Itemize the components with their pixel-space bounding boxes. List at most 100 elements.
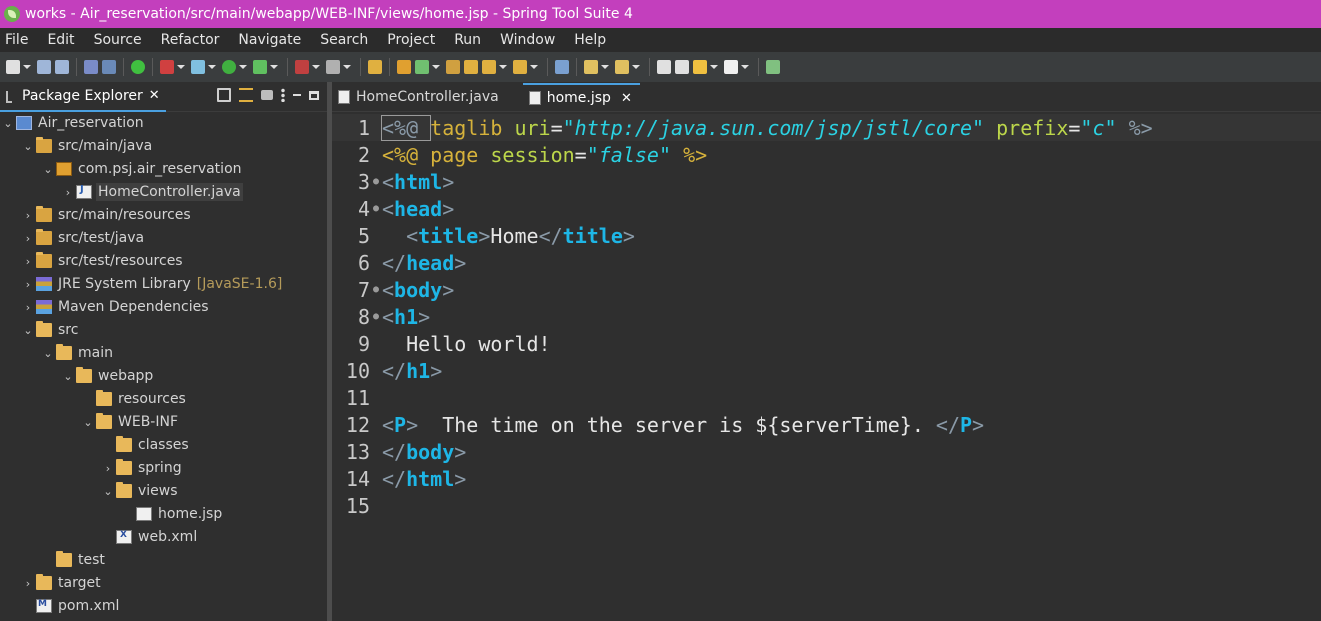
- code-line[interactable]: 7 ● <body>: [332, 276, 1321, 303]
- tree-item[interactable]: ⌄ src/main/java: [22, 135, 154, 157]
- chevron-down-icon[interactable]: ⌄: [62, 370, 74, 383]
- refresh-icon[interactable]: [415, 60, 429, 74]
- code-line[interactable]: 6 </head>: [332, 249, 1321, 276]
- tree-item[interactable]: ⌄ Air_reservation: [2, 112, 146, 134]
- tree-item[interactable]: web.xml: [102, 526, 199, 548]
- close-icon[interactable]: ✕: [149, 88, 160, 103]
- stop-icon[interactable]: [295, 60, 309, 74]
- dropdown-arrow-icon[interactable]: [530, 65, 538, 69]
- filter-icon[interactable]: [261, 90, 273, 100]
- run-icon[interactable]: [222, 60, 236, 74]
- dropdown-arrow-icon[interactable]: [208, 65, 216, 69]
- tree-item[interactable]: › src/main/resources: [22, 204, 193, 226]
- dropdown-arrow-icon[interactable]: [177, 65, 185, 69]
- code-line[interactable]: 15: [332, 492, 1321, 519]
- debug-icon[interactable]: [191, 60, 205, 74]
- dropdown-arrow-icon[interactable]: [601, 65, 609, 69]
- dropdown-arrow-icon[interactable]: [741, 65, 749, 69]
- dropdown-arrow-icon[interactable]: [432, 65, 440, 69]
- tree-item[interactable]: ⌄ webapp: [62, 365, 155, 387]
- chevron-right-icon[interactable]: ›: [22, 278, 34, 291]
- chevron-down-icon[interactable]: ⌄: [22, 140, 34, 153]
- code-line[interactable]: 13 </body>: [332, 438, 1321, 465]
- code-editor[interactable]: 1 <%@ taglib uri="http://java.sun.com/jsp…: [332, 112, 1321, 621]
- dropdown-arrow-icon[interactable]: [343, 65, 351, 69]
- tab-package-explorer[interactable]: Package Explorer ✕: [0, 82, 166, 112]
- code-line[interactable]: 9 Hello world!: [332, 330, 1321, 357]
- collapse-all-icon[interactable]: [217, 88, 231, 102]
- code-line[interactable]: 10 </h1>: [332, 357, 1321, 384]
- new-window-icon[interactable]: [766, 60, 780, 74]
- chevron-down-icon[interactable]: ⌄: [42, 163, 54, 176]
- menu-refactor[interactable]: Refactor: [155, 32, 233, 48]
- chevron-right-icon[interactable]: ›: [62, 186, 74, 199]
- chevron-down-icon[interactable]: ⌄: [2, 117, 14, 130]
- new-icon[interactable]: [6, 60, 20, 74]
- menu-search[interactable]: Search: [314, 32, 381, 48]
- power-icon[interactable]: [131, 60, 145, 74]
- dropdown-arrow-icon[interactable]: [499, 65, 507, 69]
- tree-item[interactable]: › Maven Dependencies: [22, 296, 211, 318]
- dropdown-arrow-icon[interactable]: [239, 65, 247, 69]
- menu-run[interactable]: Run: [448, 32, 494, 48]
- tree-item[interactable]: resources: [82, 388, 188, 410]
- boot-dashboard-icon[interactable]: [160, 60, 174, 74]
- dropdown-arrow-icon[interactable]: [23, 65, 31, 69]
- dropdown-arrow-icon[interactable]: [312, 65, 320, 69]
- tree-item[interactable]: › spring: [102, 457, 184, 479]
- tree-item[interactable]: test: [42, 549, 107, 571]
- code-line[interactable]: 3 ● <html>: [332, 168, 1321, 195]
- tree-item[interactable]: › src/test/java: [22, 227, 146, 249]
- fold-collapse-icon[interactable]: ●: [370, 311, 382, 322]
- menu-file[interactable]: File: [0, 32, 41, 48]
- next-annotation-icon[interactable]: [584, 60, 598, 74]
- coverage-icon[interactable]: [253, 60, 267, 74]
- code-line[interactable]: 2 <%@ page session="false" %>: [332, 141, 1321, 168]
- chevron-down-icon[interactable]: ⌄: [82, 416, 94, 429]
- code-line[interactable]: 5 <title>Home</title>: [332, 222, 1321, 249]
- save-icon[interactable]: [37, 60, 51, 74]
- chevron-right-icon[interactable]: ›: [22, 232, 34, 245]
- save-all-icon[interactable]: [55, 60, 69, 74]
- menu-project[interactable]: Project: [381, 32, 448, 48]
- chevron-right-icon[interactable]: ›: [22, 301, 34, 314]
- tree-item[interactable]: ⌄ src: [22, 319, 80, 341]
- chevron-right-icon[interactable]: ›: [102, 462, 114, 475]
- fold-collapse-icon[interactable]: ●: [370, 284, 382, 295]
- close-icon[interactable]: ✕: [621, 91, 632, 106]
- terminal-icon[interactable]: [84, 60, 98, 74]
- build-icon[interactable]: [326, 60, 340, 74]
- zoom-icon[interactable]: [102, 60, 116, 74]
- new-project-icon[interactable]: [368, 60, 382, 74]
- maximize-icon[interactable]: [309, 90, 319, 100]
- tree-item[interactable]: ⌄ main: [42, 342, 115, 364]
- brush-icon[interactable]: [482, 60, 496, 74]
- tree-item[interactable]: home.jsp: [122, 503, 224, 525]
- tab-home-jsp[interactable]: home.jsp ✕: [522, 83, 640, 111]
- tree-item[interactable]: classes: [102, 434, 191, 456]
- chevron-down-icon[interactable]: ⌄: [22, 324, 34, 337]
- chevron-right-icon[interactable]: ›: [22, 577, 34, 590]
- dropdown-arrow-icon[interactable]: [270, 65, 278, 69]
- tree-item[interactable]: › JRE System Library [JavaSE-1.6]: [22, 273, 283, 295]
- link-with-editor-icon[interactable]: [239, 88, 253, 102]
- nav-back-icon[interactable]: [693, 60, 707, 74]
- code-line[interactable]: 1 <%@ taglib uri="http://java.sun.com/jsp…: [332, 114, 1321, 141]
- chevron-right-icon[interactable]: ›: [22, 209, 34, 222]
- tree-item[interactable]: › target: [22, 572, 103, 594]
- tree-item[interactable]: ⌄ com.psj.air_reservation: [42, 158, 244, 180]
- code-line[interactable]: 4 ● <head>: [332, 195, 1321, 222]
- forward-icon[interactable]: [675, 60, 689, 74]
- globe-icon[interactable]: [555, 60, 569, 74]
- fold-collapse-icon[interactable]: ●: [370, 203, 382, 214]
- nav-forward-icon[interactable]: [724, 60, 738, 74]
- menu-edit[interactable]: Edit: [41, 32, 87, 48]
- menu-window[interactable]: Window: [494, 32, 568, 48]
- tree-item[interactable]: pom.xml: [22, 595, 121, 617]
- fold-collapse-icon[interactable]: ●: [370, 176, 382, 187]
- open-folder-icon[interactable]: [464, 60, 478, 74]
- back-icon[interactable]: [657, 60, 671, 74]
- new-class-icon[interactable]: [397, 60, 411, 74]
- code-line[interactable]: 8 ● <h1>: [332, 303, 1321, 330]
- menu-source[interactable]: Source: [88, 32, 155, 48]
